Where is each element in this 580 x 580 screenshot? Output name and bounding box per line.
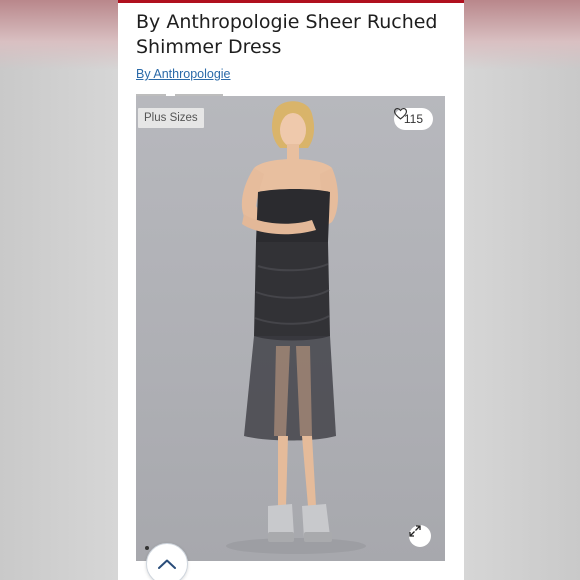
brand-link[interactable]: By Anthropologie (136, 67, 231, 81)
like-button[interactable]: 115 (393, 108, 433, 130)
product-photo[interactable]: Plus Sizes 115 (136, 96, 445, 561)
expand-photo-button[interactable] (409, 525, 431, 547)
heart-outline-icon (393, 108, 407, 120)
chevron-up-icon (158, 559, 176, 569)
listing-title: By Anthropologie Sheer Ruched Shimmer Dr… (136, 11, 438, 58)
listing-card: By Anthropologie Sheer Ruched Shimmer Dr… (118, 0, 464, 580)
model-illustration (226, 101, 366, 554)
size-badge: Plus Sizes (138, 108, 204, 128)
expand-arrows-icon (409, 525, 421, 537)
carousel-dot-active[interactable] (145, 546, 149, 550)
scroll-to-top-button[interactable] (146, 543, 188, 580)
accent-bar (118, 0, 464, 3)
